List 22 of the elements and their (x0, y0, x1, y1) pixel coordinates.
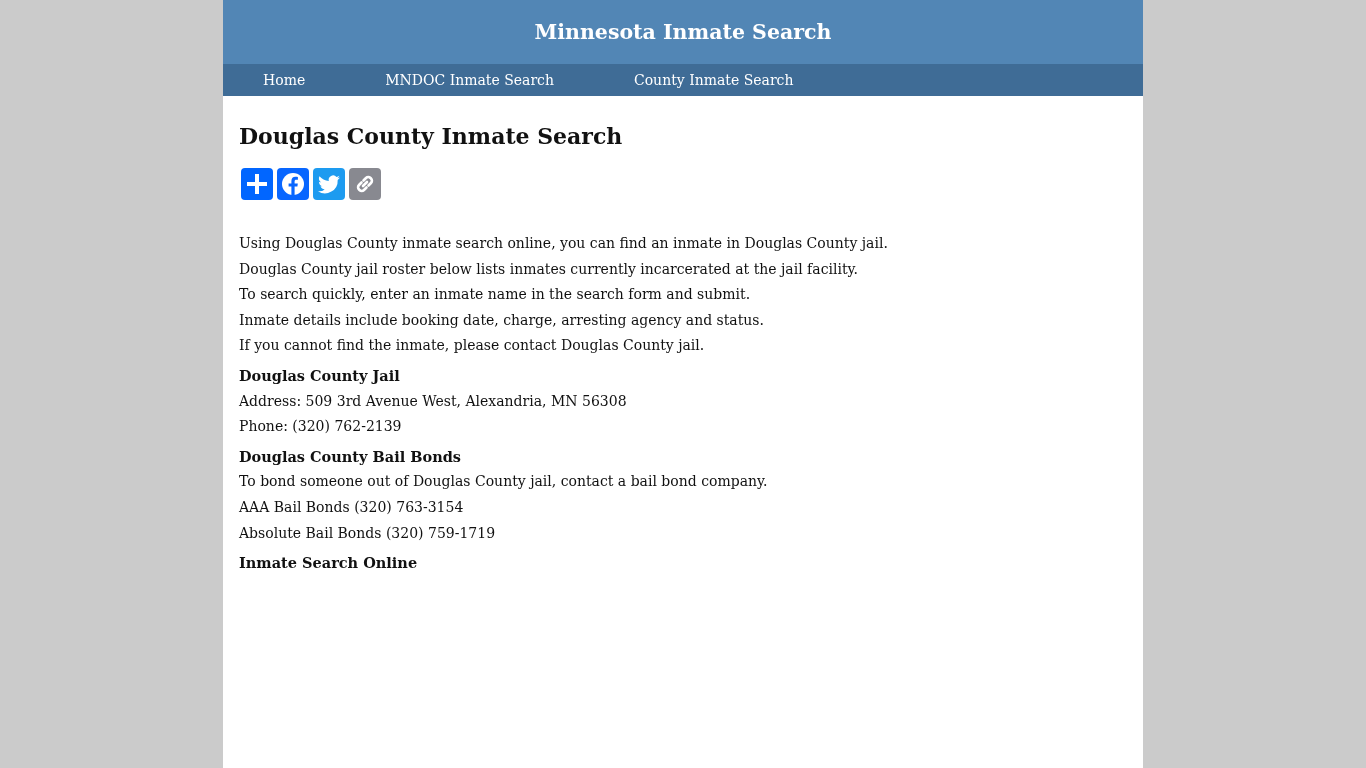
nav-link[interactable]: Home (263, 72, 306, 88)
intro-text: Inmate details include booking date, charge, arresting agency and status. (239, 310, 765, 330)
intro-text: If you cannot find the inmate, please contact Douglas County jail. (239, 336, 706, 356)
intro-text: Using Douglas County inmate search online, you can find an inmate in Douglas County jail. (239, 234, 889, 253)
nav-link[interactable]: MNDOC Inmate Search (385, 72, 554, 88)
section-heading: Douglas County Bail Bonds (239, 446, 462, 467)
section-text: To bond someone out of Douglas County jail, contact a bail bond company. (239, 472, 769, 492)
link-icon[interactable] (349, 168, 381, 200)
facebook-icon[interactable] (277, 168, 309, 200)
section-text: Phone: (320) 762-2139 (239, 417, 403, 437)
section-text: AAA Bail Bonds (320) 763-3154 (239, 497, 465, 517)
nav-link[interactable]: County Inmate Search (633, 72, 794, 88)
twitter-icon[interactable] (313, 168, 345, 200)
section-heading: Inmate Search Online (239, 553, 419, 574)
section-text: Address: 509 3rd Avenue West, Alexandria, MN 56308 (239, 391, 628, 411)
site-title: Minnesota Inmate Search (534, 20, 832, 44)
intro-text: To search quickly, enter an inmate name in the search form and submit. (239, 285, 752, 305)
section-heading: Douglas County Jail (239, 365, 401, 386)
add-share-icon[interactable] (241, 168, 273, 200)
intro-text: Douglas County jail roster below lists inmates currently incarcerated at the jail facility. (239, 259, 860, 279)
page-title: Douglas County Inmate Search (239, 122, 624, 151)
section-text: Absolute Bail Bonds (320) 759-1719 (239, 523, 497, 543)
